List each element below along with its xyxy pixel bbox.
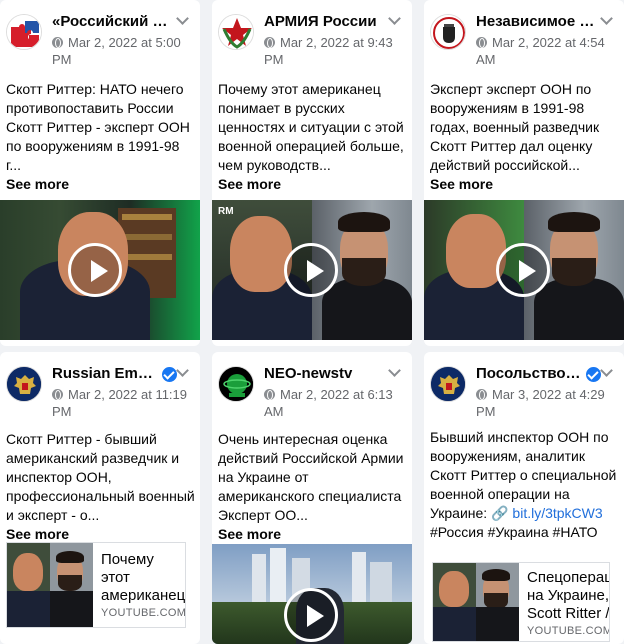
- post-header: Независимое "... Mar 2, 2022 at 4:54 AM: [430, 10, 620, 70]
- post-header: Russian Emba... Mar 2, 2022 at 11:19 PM: [6, 362, 196, 422]
- post-card-5[interactable]: NEO-newstv Mar 2, 2022 at 6:13 AM Очень …: [212, 352, 412, 644]
- link-preview[interactable]: Почему этот американец YOUTUBE.COM: [6, 542, 186, 628]
- neo-logo-icon[interactable]: [218, 366, 254, 402]
- globe-icon: [476, 389, 487, 400]
- see-more-link[interactable]: See more: [430, 176, 493, 192]
- see-more-link[interactable]: See more: [218, 526, 281, 542]
- see-more-link[interactable]: See more: [218, 176, 281, 192]
- video-thumbnail[interactable]: [212, 544, 412, 644]
- video-thumbnail[interactable]: [0, 200, 200, 340]
- play-icon[interactable]: [284, 243, 338, 297]
- post-card-1[interactable]: «Российский с... Mar 2, 2022 at 5:00 PM …: [0, 0, 200, 346]
- short-link[interactable]: bit.ly/3tpkCW3: [512, 505, 602, 521]
- coat-of-arms-icon[interactable]: [430, 366, 466, 402]
- chevron-down-icon[interactable]: [598, 366, 616, 380]
- post-header: «Российский с... Mar 2, 2022 at 5:00 PM: [6, 10, 196, 70]
- post-text: Бывший инспектор ООН по вооружениям, ана…: [430, 429, 617, 540]
- see-more-link[interactable]: See more: [6, 176, 69, 192]
- chevron-down-icon[interactable]: [598, 14, 616, 28]
- page-name[interactable]: АРМИЯ России: [264, 13, 384, 30]
- channel-watermark: RM: [218, 206, 234, 217]
- post-header: Посольство Р... Mar 3, 2022 at 4:29 PM: [430, 362, 620, 422]
- globe-icon: [52, 389, 63, 400]
- chevron-down-icon[interactable]: [386, 366, 404, 380]
- page-name[interactable]: Russian Emba...: [52, 365, 158, 382]
- post-timestamp[interactable]: Mar 2, 2022 at 5:00 PM: [52, 34, 200, 68]
- post-text: Скотт Риттер: НАТО нечего противопостави…: [6, 81, 190, 192]
- post-text: Очень интересная оценка действий Российс…: [218, 431, 404, 542]
- page-name[interactable]: Посольство Р...: [476, 365, 582, 382]
- chevron-down-icon[interactable]: [386, 14, 404, 28]
- fist-logo-icon[interactable]: [430, 14, 466, 50]
- page-name[interactable]: «Российский с...: [52, 13, 172, 30]
- post-timestamp[interactable]: Mar 3, 2022 at 4:29 PM: [476, 386, 624, 420]
- video-thumbnail[interactable]: [424, 200, 624, 340]
- post-text: Скотт Риттер - бывший американский разве…: [6, 431, 195, 542]
- globe-icon: [264, 389, 275, 400]
- link-title: Почему этот американец: [101, 551, 186, 604]
- see-more-link[interactable]: See more: [6, 526, 69, 542]
- puzzle-logo-icon[interactable]: [6, 14, 42, 50]
- army-star-logo-icon[interactable]: [218, 14, 254, 50]
- post-card-3[interactable]: Независимое "... Mar 2, 2022 at 4:54 AM …: [424, 0, 624, 346]
- coat-of-arms-icon[interactable]: [6, 366, 42, 402]
- chevron-down-icon[interactable]: [174, 14, 192, 28]
- link-emoji: 🔗: [491, 505, 509, 521]
- post-text: Эксперт эксперт ООН по вооружениям в 199…: [430, 81, 600, 192]
- link-thumbnail: [7, 543, 93, 627]
- post-timestamp[interactable]: Mar 2, 2022 at 4:54 AM: [476, 34, 624, 68]
- post-timestamp[interactable]: Mar 2, 2022 at 11:19 PM: [52, 386, 200, 420]
- chevron-down-icon[interactable]: [174, 366, 192, 380]
- post-card-4[interactable]: Russian Emba... Mar 2, 2022 at 11:19 PM …: [0, 352, 200, 644]
- post-header: АРМИЯ России Mar 2, 2022 at 9:43 PM: [218, 10, 408, 70]
- link-title: Спецоперац на Украине, Scott Ritter /: [527, 569, 610, 622]
- link-domain: YOUTUBE.COM: [527, 625, 610, 637]
- video-thumbnail[interactable]: RM: [212, 200, 412, 340]
- play-icon[interactable]: [68, 243, 122, 297]
- play-icon[interactable]: [496, 243, 550, 297]
- post-card-2[interactable]: АРМИЯ России Mar 2, 2022 at 9:43 PM Поче…: [212, 0, 412, 346]
- post-header: NEO-newstv Mar 2, 2022 at 6:13 AM: [218, 362, 408, 422]
- hashtags[interactable]: #Россия #Украина #НАТО: [430, 524, 598, 540]
- post-card-6[interactable]: Посольство Р... Mar 3, 2022 at 4:29 PM Б…: [424, 352, 624, 644]
- link-preview[interactable]: Спецоперац на Украине, Scott Ritter / YO…: [432, 562, 610, 642]
- page-name[interactable]: NEO-newstv: [264, 365, 384, 382]
- play-icon[interactable]: [284, 588, 338, 642]
- post-timestamp[interactable]: Mar 2, 2022 at 6:13 AM: [264, 386, 412, 420]
- post-timestamp[interactable]: Mar 2, 2022 at 9:43 PM: [264, 34, 412, 68]
- link-domain: YOUTUBE.COM: [101, 607, 186, 619]
- link-thumbnail: [433, 563, 519, 641]
- facebook-post-grid: «Российский с... Mar 2, 2022 at 5:00 PM …: [0, 0, 624, 644]
- post-text: Почему этот американец понимает в русски…: [218, 81, 404, 192]
- globe-icon: [476, 37, 487, 48]
- page-name[interactable]: Независимое "...: [476, 13, 596, 30]
- globe-icon: [264, 37, 275, 48]
- globe-icon: [52, 37, 63, 48]
